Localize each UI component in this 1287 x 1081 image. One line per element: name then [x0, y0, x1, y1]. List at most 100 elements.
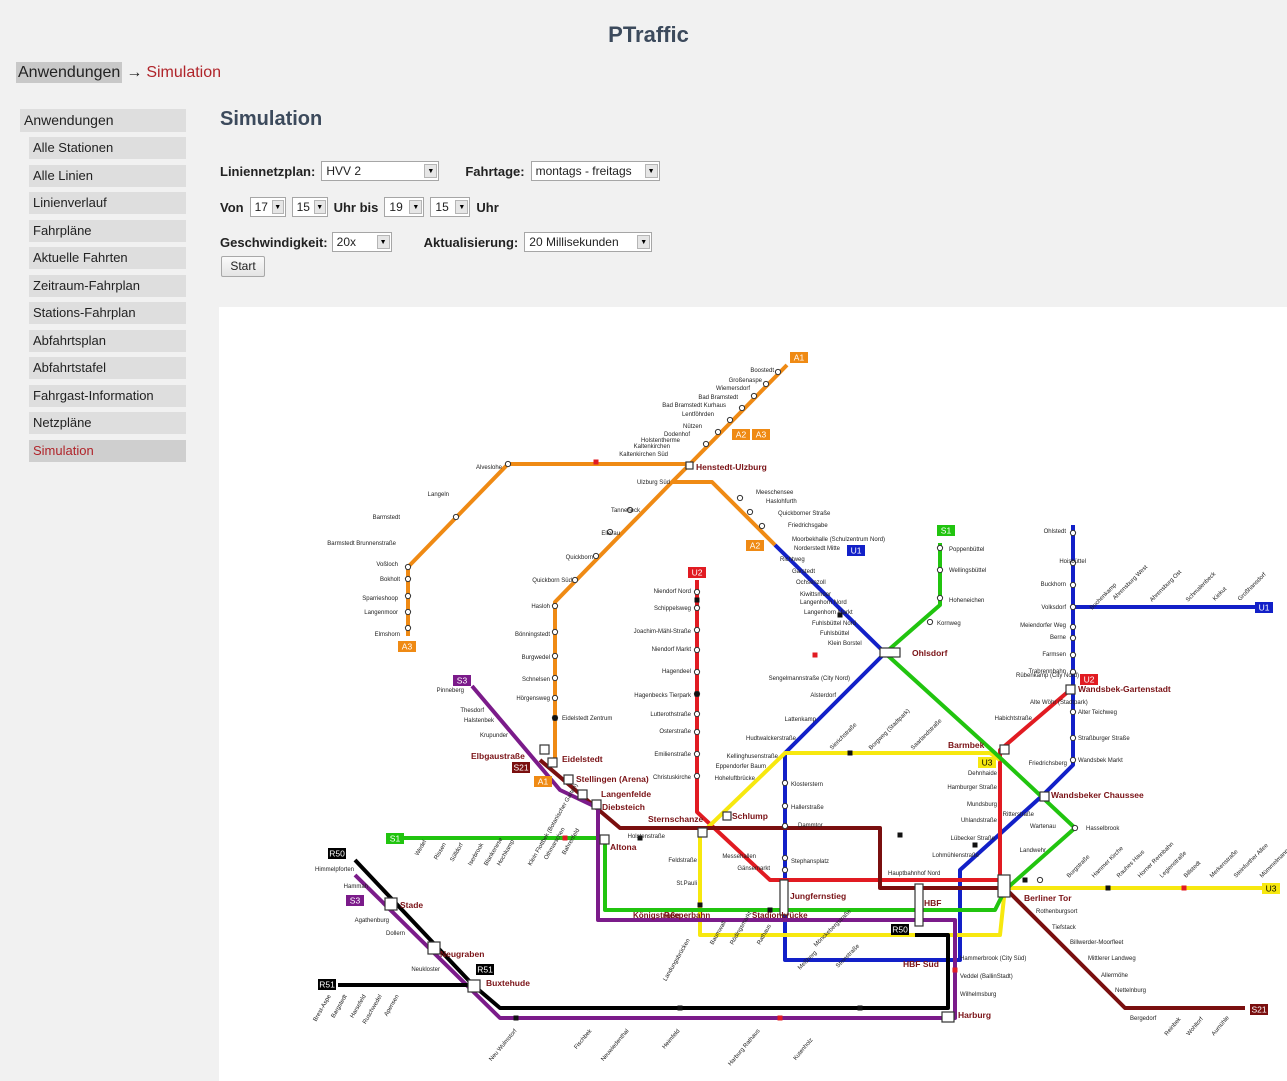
- train-marker: [694, 691, 700, 697]
- station-marker: [1071, 824, 1079, 832]
- station-label: Rissen: [434, 842, 448, 861]
- interchange-marker: [879, 647, 901, 658]
- sidebar-item-abfahrtsplan[interactable]: Abfahrtsplan: [29, 329, 186, 352]
- station-label: Quickborner Straße: [778, 511, 831, 517]
- station-label: Uhlandstraße: [961, 818, 998, 824]
- line-badge-label: A3: [756, 430, 767, 440]
- sidebar-heading[interactable]: Anwendungen: [20, 109, 186, 132]
- station-label: Kaltenkirchen: [634, 444, 670, 450]
- fahrtage-select[interactable]: montags - freitags ▼: [530, 161, 660, 181]
- sidebar-item-stations-fahrplan[interactable]: Stations-Fahrplan: [29, 302, 186, 324]
- station-label: Fuhlsbüttel: [820, 631, 849, 637]
- station-label: Hasselbrook: [1086, 826, 1120, 832]
- station-marker: [1069, 651, 1077, 659]
- breadcrumb-root[interactable]: Anwendungen: [16, 62, 123, 83]
- station-label: Berne: [1050, 635, 1067, 641]
- station-label: Agathenburg: [355, 918, 389, 924]
- chevron-down-icon: ▼: [376, 235, 390, 249]
- station-label: Borgweg (Stadtpark): [868, 708, 911, 751]
- station-label: Aumühle: [1211, 1015, 1231, 1038]
- station-label: Schippelsweg: [654, 606, 691, 612]
- bis-hour-select[interactable]: 19 ▼: [384, 197, 425, 217]
- chevron-down-icon: ▼: [637, 235, 651, 249]
- station-label: Krupunder: [480, 733, 508, 739]
- uhr-bis-label: Uhr bis: [333, 199, 379, 215]
- network-map[interactable]: A1 A2 A3 A2 A3 U1 U2 S1 S3 S21 A1 U2 U1 U3 U3 S1 R50 S3 R5…: [219, 307, 1287, 1081]
- station-label: Königstraße: [633, 911, 680, 920]
- start-button[interactable]: Start: [221, 256, 265, 277]
- station-marker: [758, 522, 766, 530]
- station-label: Joachim-Mähl-Straße: [634, 629, 692, 635]
- station-label: Großenaspe: [729, 378, 763, 384]
- train-marker: [812, 652, 818, 658]
- sidebar-item-fahrplaene[interactable]: Fahrpläne: [29, 219, 186, 242]
- station-marker: [404, 563, 412, 571]
- chevron-down-icon: ▼: [644, 164, 658, 178]
- station-label: Wohltorf: [1186, 1016, 1205, 1037]
- station-label: Quickborn Süd: [532, 578, 572, 584]
- station-marker: [746, 508, 754, 516]
- station-label: Moorbekhalle (Schulzentrum Nord): [792, 537, 885, 543]
- station-marker: [1069, 623, 1077, 631]
- line-badge-label: U2: [692, 568, 703, 578]
- station-label: Burgwedel: [522, 655, 550, 661]
- station-marker: [714, 428, 722, 436]
- bis-min-select[interactable]: 15 ▼: [430, 197, 471, 217]
- station-label: Harburg Rathaus: [728, 1028, 762, 1067]
- station-label: Friedrichsberg: [1029, 761, 1067, 767]
- station-label: Poppenbüttel: [949, 547, 984, 553]
- train-marker: [552, 715, 558, 721]
- station-label: Straßburger Straße: [1078, 736, 1130, 742]
- station-label: Barmstedt Brunnenstraße: [327, 541, 396, 547]
- line-badge-label: S3: [457, 676, 468, 686]
- station-label: Burgstraße: [1066, 854, 1092, 880]
- station-marker: [781, 802, 789, 810]
- station-label: Kiekut: [1212, 586, 1228, 602]
- breadcrumb-separator: →: [126, 64, 143, 81]
- station-label: Eidelstedt Zentrum: [562, 716, 612, 722]
- station-marker: [781, 866, 789, 874]
- von-hour-select[interactable]: 17 ▼: [249, 197, 286, 217]
- station-label: Jungfernstieg: [790, 891, 846, 901]
- aktualisierung-select[interactable]: 20 Millisekunden ▼: [524, 232, 653, 252]
- chevron-down-icon: ▼: [455, 200, 469, 214]
- sidebar-item-zeitraum-fahrplan[interactable]: Zeitraum-Fahrplan: [29, 274, 186, 297]
- station-label: Friedrichsgabe: [788, 523, 828, 529]
- station-label: Eppendorfer Baum: [716, 764, 766, 770]
- sidebar-item-netzplaene[interactable]: Netzpläne: [29, 412, 186, 434]
- station-label: Fischbek: [573, 1028, 594, 1051]
- station-label: Ritterstraße: [1003, 812, 1035, 818]
- line-badge-label: R50: [329, 849, 345, 859]
- station-label: Sengelmannstraße (City Nord): [769, 676, 850, 682]
- interchange-marker: [467, 979, 481, 993]
- station-label: Steinstraße: [835, 943, 861, 969]
- sidebar-item-abfahrtstafel[interactable]: Abfahrtstafel: [29, 357, 186, 379]
- sidebar-item-aktuelle-fahrten[interactable]: Aktuelle Fahrten: [29, 247, 186, 269]
- von-min-select[interactable]: 15 ▼: [291, 197, 328, 217]
- line-badge-label: S1: [390, 834, 401, 844]
- station-label: Stellingen (Arena): [576, 774, 649, 784]
- line-badge-label: S3: [350, 896, 361, 906]
- station-label: Kellinghusenstraße: [727, 754, 779, 760]
- sidebar-item-alle-stationen[interactable]: Alle Stationen: [29, 137, 186, 159]
- station-label: Nettelnburg: [1115, 988, 1146, 994]
- bis-hour-value: 19: [389, 200, 403, 214]
- sidebar-item-linienverlauf[interactable]: Linienverlauf: [29, 192, 186, 214]
- station-label: Garstedt: [792, 569, 815, 575]
- sidebar-item-alle-linien[interactable]: Alle Linien: [29, 164, 186, 187]
- breadcrumb: Anwendungen → Simulation: [16, 62, 221, 83]
- station-label: Alveslohe: [476, 465, 503, 471]
- station-marker: [404, 608, 412, 616]
- sidebar-item-fahrgast-information[interactable]: Fahrgast-Information: [29, 384, 186, 407]
- interchange-marker: [1065, 684, 1076, 695]
- geschwindigkeit-select[interactable]: 20x ▼: [331, 232, 392, 252]
- station-label: Boostedt: [750, 368, 774, 374]
- line-badge-label: A1: [538, 777, 549, 787]
- station-label: Hammah: [344, 884, 368, 890]
- line-badge-label: S21: [1251, 1005, 1266, 1015]
- liniennetzplan-select[interactable]: HVV 2 ▼: [321, 161, 440, 181]
- sidebar-item-simulation[interactable]: Simulation: [29, 439, 186, 462]
- bis-min-value: 15: [435, 200, 449, 214]
- network-map-svg: A1 A2 A3 A2 A3 U1 U2 S1 S3 S21 A1 U2 U1 U3 U3 S1 R50 S3 R5…: [313, 352, 1287, 1067]
- train-marker: [952, 967, 958, 973]
